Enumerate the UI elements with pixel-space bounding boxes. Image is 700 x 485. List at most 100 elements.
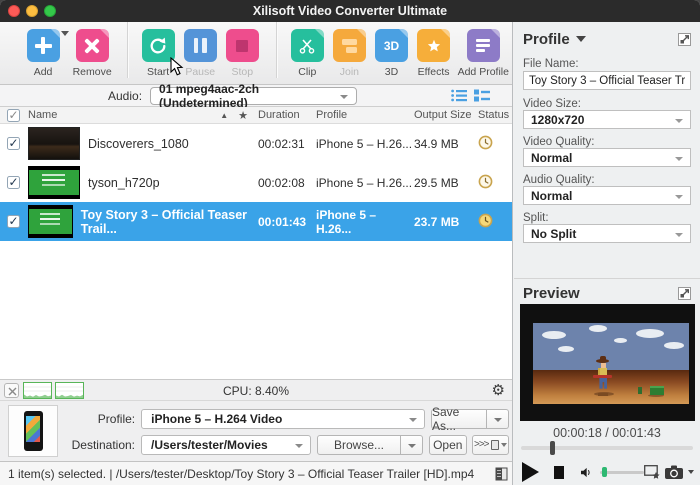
row-checkbox[interactable] [7,215,20,228]
device-preview [8,405,58,457]
preview-video[interactable] [520,304,695,421]
playback-time: 00:00:18 / 00:01:43 [514,426,700,440]
video-quality-select[interactable]: Normal [523,148,691,167]
3d-button[interactable]: 3D 3D [370,29,412,78]
favorite-star-icon[interactable]: ★ [238,109,248,122]
toy-story-frame [533,323,689,404]
titlebar: Xilisoft Video Converter Ultimate [0,0,700,22]
transfer-dropdown-caret [501,443,507,447]
file-name-input[interactable] [523,71,691,90]
video-size-select[interactable]: 1280x720 [523,110,691,129]
section-divider [514,278,700,279]
transfer-to-device-button[interactable]: >>> [472,435,510,455]
row-checkbox[interactable] [7,176,20,189]
column-output-size[interactable]: Output Size [414,109,478,121]
log-notebook-icon[interactable] [495,467,508,481]
remove-icon [76,29,109,62]
add-icon [27,29,60,62]
column-name[interactable]: Name [28,109,57,121]
table-row[interactable]: Discoverers_1080 00:02:31 iPhone 5 – H.2… [0,124,512,163]
list-header: Name ▲ ★ Duration Profile Output Size St… [0,107,512,124]
audio-track-select[interactable]: 01 mpeg4aac-2ch (Undetermined) [150,87,357,105]
volume-slider-handle[interactable] [602,467,607,477]
column-status[interactable]: Status [478,109,512,121]
pause-button[interactable]: Pause [179,29,221,78]
video-thumbnail [28,205,73,238]
stop-playback-button[interactable] [554,466,564,479]
effects-button[interactable]: Effects [413,29,455,78]
remove-button[interactable]: Remove [71,29,113,78]
iphone-image [24,411,43,451]
window-title: Xilisoft Video Converter Ultimate [0,4,700,18]
army-man-figure [638,387,642,394]
expand-profile-icon[interactable] [678,33,691,46]
status-waiting-clock-icon [478,174,512,192]
seek-slider[interactable] [521,446,693,450]
row-checkbox[interactable] [7,137,20,150]
seek-slider-handle[interactable] [550,441,555,455]
expand-preview-icon[interactable] [678,287,691,300]
profile-collapse-caret[interactable] [576,36,586,42]
audio-label: Audio: [108,89,142,103]
video-size-label: Video Size: [523,98,581,110]
browse-button[interactable]: Browse... [317,435,401,455]
column-duration[interactable]: Duration [258,109,316,121]
volume-slider[interactable] [600,471,644,474]
camera-dropdown-caret[interactable] [688,470,694,474]
toolbar-separator [127,22,128,78]
magic-star-icon [417,29,450,62]
profile-panel: Profile File Name: Video Size: 1280x720 … [514,22,700,485]
profile-section-header: Profile [523,28,691,50]
column-profile[interactable]: Profile [316,109,414,121]
profile-document-icon [467,29,500,62]
audio-bar: Audio: 01 mpeg4aac-2ch (Undetermined) [0,85,512,107]
destination-label: Destination: [64,438,135,452]
table-row-selected[interactable]: Toy Story 3 – Official Teaser Trail... 0… [0,202,512,241]
browse-dropdown-button[interactable] [401,435,423,455]
pause-icon [184,29,217,62]
split-label: Split: [523,212,549,224]
profile-title: Profile [523,31,570,48]
playback-controls [522,460,694,484]
app-window: Xilisoft Video Converter Ultimate Add Re… [0,0,700,485]
volume-icon[interactable] [581,466,593,479]
main-pane: Add Remove Start [0,22,513,485]
destination-select[interactable]: /Users/tester/Movies [141,435,311,455]
3d-icon: 3D [375,29,408,62]
open-folder-button[interactable]: Open [429,435,467,455]
device-icon [491,440,499,450]
output-profile-select[interactable]: iPhone 5 – H.264 Video [141,409,425,429]
settings-gear-icon[interactable]: ⚙ [492,381,505,399]
audio-quality-select[interactable]: Normal [523,186,691,205]
select-all-checkbox[interactable] [7,109,20,122]
stop-button[interactable]: Stop [221,29,263,78]
play-button[interactable] [522,462,539,482]
thumbnail-view-icon[interactable] [474,89,490,102]
selection-status-text: 1 item(s) selected. | /Users/tester/Desk… [8,467,474,481]
table-row[interactable]: tyson_h720p 00:02:08 iPhone 5 – H.26... … [0,163,512,202]
file-name-label: File Name: [523,58,579,70]
join-button[interactable]: Join [328,29,370,78]
camera-snapshot-icon[interactable] [665,465,684,479]
split-select[interactable]: No Split [523,224,691,243]
add-profile-button[interactable]: Add Profile [455,29,512,78]
snapshot-favorite-icon[interactable] [644,465,661,479]
sort-asc-icon[interactable]: ▲ [220,111,228,120]
join-icon [333,29,366,62]
status-waiting-clock-icon [478,135,512,153]
video-quality-label: Video Quality: [523,136,594,148]
toolbar: Add Remove Start [0,22,512,85]
audio-quality-label: Audio Quality: [523,174,595,186]
cpu-bar: CPU: 8.40% ⚙ [0,379,512,401]
clip-button[interactable]: Clip [286,29,328,78]
save-as-button[interactable]: Save As... [431,409,487,429]
add-button[interactable]: Add [22,29,64,78]
save-as-dropdown-button[interactable] [487,409,509,429]
add-dropdown-caret[interactable] [61,31,69,36]
woody-character [595,359,611,393]
file-list: Name ▲ ★ Duration Profile Output Size St… [0,107,512,379]
status-bar: 1 item(s) selected. | /Users/tester/Desk… [0,461,512,485]
file-name: Toy Story 3 – Official Teaser Trail... [81,208,258,236]
list-view-icon[interactable] [451,89,467,102]
mouse-cursor [170,57,184,77]
